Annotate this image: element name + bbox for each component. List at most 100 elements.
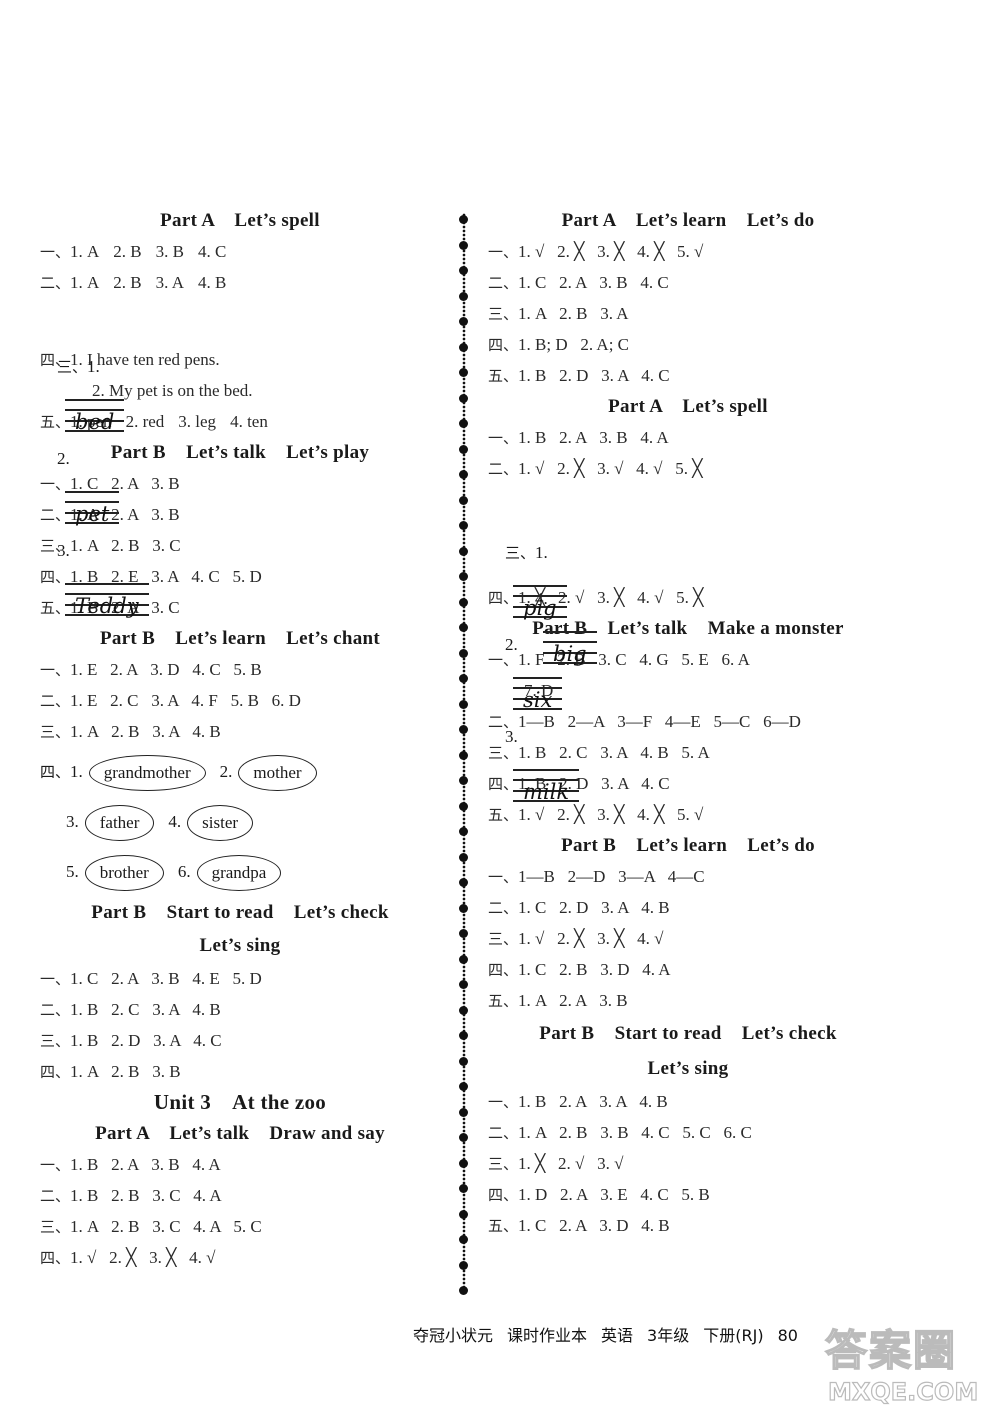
text: 1. bbox=[70, 762, 83, 781]
answer-row: 三、1. B 2. C 3. A 4. B 5. A bbox=[488, 737, 888, 768]
section-heading: Part A Let’s spell bbox=[160, 210, 320, 231]
answer-row: 三、1. ╳ 2. √ 3. √ bbox=[488, 1148, 888, 1179]
answers: 1. √ 2. ╳ 3. ╳ 4. √ bbox=[70, 1248, 216, 1267]
separator-dot bbox=[459, 1184, 468, 1193]
question-number: 三、 bbox=[40, 1218, 71, 1236]
section-heading: Part A Let’s spell bbox=[608, 396, 768, 417]
question-number: 二、 bbox=[488, 899, 519, 917]
answers: 1. ╳ 2. √ 3. √ bbox=[518, 1154, 624, 1173]
answer-row: 一、1—B 2—D 3—A 4—C bbox=[488, 861, 888, 892]
handwriting-lines: big bbox=[543, 629, 597, 667]
answer-row: 二、1. C 2. A 3. B 4. C bbox=[488, 267, 888, 298]
text: 1. √ 2. ╳ 3. √ 4. √ 5. ╳ bbox=[518, 459, 703, 478]
separator-dot bbox=[459, 572, 468, 581]
handwritten-word: six bbox=[523, 688, 553, 713]
grade: 3年级 bbox=[647, 1326, 690, 1345]
text: 三、 bbox=[505, 544, 536, 562]
answer-rows: 一、1—B 2—D 3—A 4—C 二、1. C 2. D 3. A 4. B 三、… bbox=[488, 861, 888, 1016]
section-subheading: Let’s sing bbox=[647, 1058, 729, 1079]
answer-row: 一、1. B 2. A 3. B 4. A bbox=[488, 422, 888, 453]
text: 3. A bbox=[155, 273, 184, 292]
question-number: 三、 bbox=[40, 537, 71, 555]
text: 3. B bbox=[155, 242, 184, 261]
question-number: 三、 bbox=[488, 744, 519, 762]
handwritten-word: big bbox=[553, 642, 587, 667]
handwriting-row: 4. big bbox=[488, 530, 888, 666]
separator-dot bbox=[459, 1056, 468, 1066]
handwritten-word: pet bbox=[75, 502, 110, 527]
question-number: 四、 bbox=[488, 1186, 519, 1204]
circled-word: father bbox=[84, 805, 155, 842]
text: 4. C bbox=[197, 242, 227, 261]
question-number: 一、 bbox=[40, 1156, 71, 1174]
answers: 1. B 2. D 3. A 4. C bbox=[70, 1031, 222, 1050]
handwriting-lines: six bbox=[513, 675, 563, 713]
answer-row: 三、1. B 2. D 3. A 4. C bbox=[40, 1025, 440, 1056]
answer-rows: 一、1. E 2. A 3. D 4. C 5. B 二、1. E 2. C 3.… bbox=[40, 654, 440, 747]
answer-row: 五、1. A 2. A 3. B bbox=[488, 985, 888, 1016]
handwriting-lines: bed bbox=[65, 397, 125, 434]
circled-word: grandmother bbox=[88, 755, 206, 792]
answers: 1. B; D 2. A; C bbox=[518, 335, 630, 354]
answers: 1. A 2. B 3. A bbox=[518, 304, 629, 323]
answers: 1. A 2. A 3. B bbox=[518, 991, 628, 1010]
page-number: 80 bbox=[777, 1326, 798, 1345]
answer-row: 二、1. B 2. B 3. C 4. A bbox=[40, 1180, 440, 1211]
separator-dot bbox=[459, 342, 468, 352]
answer-row: 三、1. A 2. B 3. A 4. B bbox=[40, 716, 440, 747]
text: 四、 bbox=[40, 763, 71, 781]
answer-row: 一、1. B 2. A 3. A 4. B bbox=[488, 1086, 888, 1117]
answer-row: 四、1. √ 2. ╳ 3. ╳ 4. √ bbox=[40, 1242, 440, 1273]
question-number: 一、 bbox=[40, 661, 71, 679]
separator-dot bbox=[459, 827, 468, 836]
text: 一、 bbox=[488, 429, 519, 447]
answer-row: 三、1. √ 2. ╳ 3. ╳ 4. √ bbox=[488, 923, 888, 954]
separator-dot bbox=[459, 1031, 468, 1040]
watermark-url: MXQE.COM bbox=[827, 1377, 979, 1406]
separator-dot bbox=[459, 1005, 468, 1015]
separator-dot bbox=[459, 1260, 468, 1270]
question-number: 一、 bbox=[488, 651, 519, 669]
separator-dot bbox=[459, 1107, 468, 1117]
answer-rows: 一、1. B 2. A 3. B 4. A 二、1. B 2. B 3. C 4.… bbox=[40, 1149, 440, 1273]
question-number: 三、 bbox=[40, 723, 71, 741]
text: 4. ten bbox=[230, 412, 268, 431]
text: 6. bbox=[177, 862, 191, 881]
answer-row: 一、1. A 2. B 3. B 4. C bbox=[40, 236, 440, 267]
text: 4. B bbox=[197, 273, 227, 292]
answers: 1. B 2. D 3. A 4. C bbox=[518, 366, 670, 385]
answers: 1. C 2. D 3. A 4. B bbox=[518, 898, 670, 917]
handwritten-word: milk bbox=[523, 780, 570, 805]
text: 1. bbox=[535, 543, 548, 562]
question-number: 三、 bbox=[488, 1155, 519, 1173]
separator-dot bbox=[459, 240, 468, 250]
answer-row: 四、1. B; D 2. A; C bbox=[488, 329, 888, 360]
separator-dot bbox=[459, 444, 468, 454]
question-number: 一、 bbox=[488, 868, 519, 886]
text: 二、 bbox=[40, 274, 71, 292]
watermark-logo: 答案圈 MXQE.COM bbox=[820, 1320, 1000, 1417]
question-number: 二、 bbox=[488, 274, 519, 292]
text: 二、 bbox=[488, 460, 519, 478]
answers: 1. B 2. B 3. C 4. A bbox=[70, 1186, 222, 1205]
separator-dot bbox=[459, 393, 468, 403]
separator-dot bbox=[459, 776, 468, 785]
separator-dot bbox=[459, 317, 468, 326]
question-number: 一、 bbox=[488, 1093, 519, 1111]
answers: 1. A 2. B 3. A 4. B bbox=[70, 722, 221, 741]
circled-words-row: 四、1. grandmother 2. mother bbox=[40, 747, 440, 797]
subject: 英语 bbox=[601, 1326, 634, 1345]
separator-dot bbox=[459, 1158, 468, 1168]
separator-dot bbox=[459, 291, 468, 301]
page-footer: 夺冠小状元 课时作业本 英语 3年级 下册(RJ) 80 bbox=[413, 1322, 812, 1346]
answers: 1. A 2. B 3. C 4. A 5. C bbox=[70, 1217, 262, 1236]
answer-rows: 一、1. √ 2. ╳ 3. ╳ 4. ╳ 5. √ 二、1. C 2. A 3.… bbox=[488, 236, 888, 391]
text: 一、 bbox=[40, 243, 71, 261]
answers: 1. C 2. A 3. B 4. C bbox=[518, 273, 669, 292]
answer-row: 五、1. B 2. D 3. A 4. C bbox=[488, 360, 888, 391]
question-number: 二、 bbox=[40, 692, 71, 710]
answers: 1. √ 2. ╳ 3. ╳ 4. ╳ 5. √ bbox=[518, 242, 704, 261]
question-number: 四、 bbox=[488, 961, 519, 979]
answers: 1. C 2. B 3. D 4. A bbox=[518, 960, 671, 979]
volume: 下册(RJ) bbox=[703, 1326, 764, 1345]
